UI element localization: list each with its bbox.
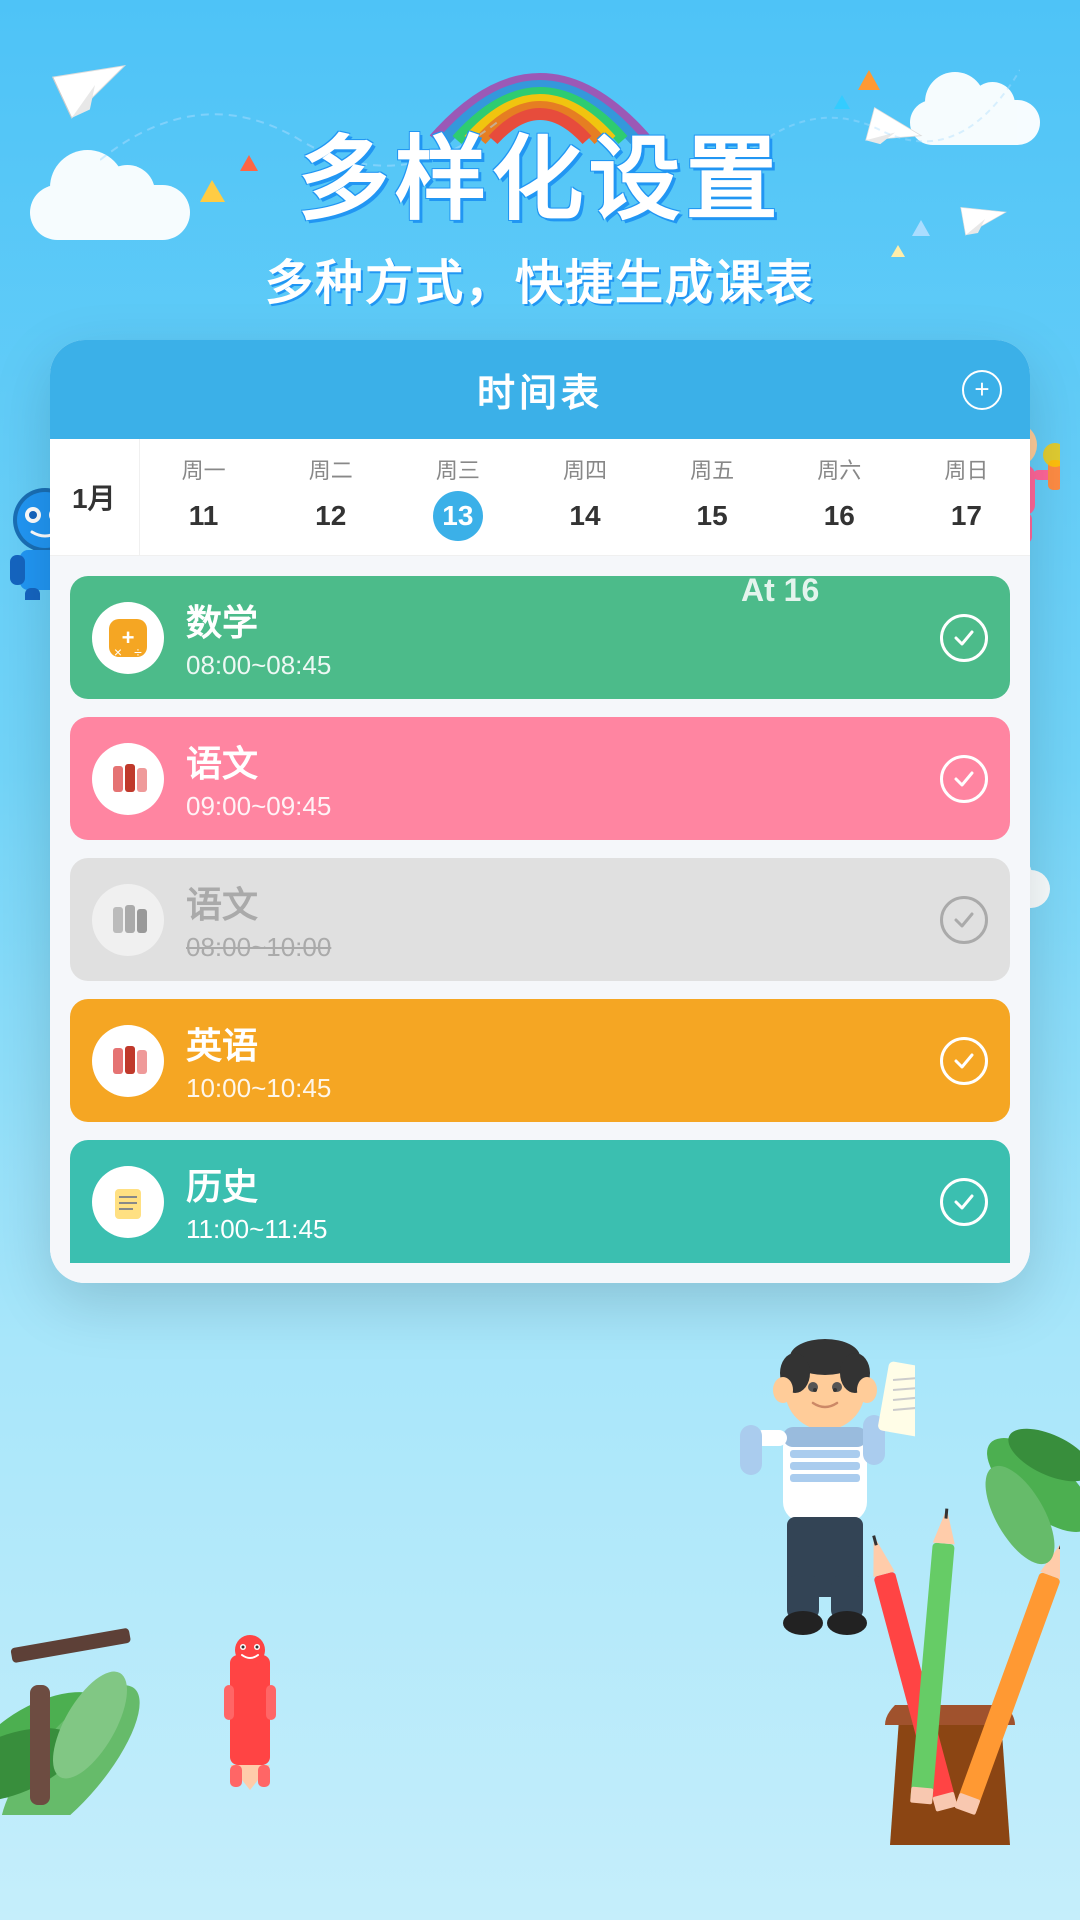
subject-icon-chinese1: [92, 743, 164, 815]
subject-name: 英语: [186, 1017, 940, 1069]
subject-icon-english: [92, 1025, 164, 1097]
subject-name: 历史: [186, 1158, 940, 1210]
calendar-day-17[interactable]: 周日 17: [903, 439, 1030, 555]
schedule-list: + × ÷ 数学 08:00~08:45 语文 09:00~09:45 语文 08:0…: [50, 556, 1030, 1283]
at16-label: At 16: [741, 572, 819, 609]
subject-time: 08:00~10:00: [186, 932, 940, 963]
boy-character: [735, 1335, 915, 1640]
calendar-day-11[interactable]: 周一 11: [140, 439, 267, 555]
check-icon: [940, 614, 988, 662]
subject-info: 英语 10:00~10:45: [186, 1017, 940, 1104]
day-label: 周日: [944, 453, 988, 485]
calendar-days: 周一 11 周二 12 周三 13 周四 14 周五 15 周六 16 周日 17: [140, 439, 1030, 555]
schedule-item-math[interactable]: + × ÷ 数学 08:00~08:45: [70, 576, 1010, 699]
subject-time: 11:00~11:45: [186, 1214, 940, 1245]
schedule-item-english[interactable]: 英语 10:00~10:45: [70, 999, 1010, 1122]
day-label: 周五: [690, 453, 734, 485]
calendar-row: 1月 周一 11 周二 12 周三 13 周四 14 周五 15 周六 16 周日 17: [50, 439, 1030, 556]
day-number[interactable]: 11: [179, 491, 229, 541]
check-icon: [940, 1037, 988, 1085]
calendar-day-12[interactable]: 周二 12: [267, 439, 394, 555]
day-number[interactable]: 12: [306, 491, 356, 541]
timetable-title: 时间表: [477, 362, 603, 417]
check-icon: [940, 1178, 988, 1226]
svg-text:÷: ÷: [134, 644, 142, 659]
hero-title: 多样化设置 多种方式，快捷生成课表: [0, 105, 1080, 313]
schedule-item-history[interactable]: 历史 11:00~11:45: [70, 1140, 1010, 1263]
schedule-item-chinese1[interactable]: 语文 09:00~09:45: [70, 717, 1010, 840]
calendar-day-16[interactable]: 周六 16: [776, 439, 903, 555]
day-label: 周二: [309, 453, 353, 485]
subject-name: 数学: [186, 594, 940, 646]
subject-time: 09:00~09:45: [186, 791, 940, 822]
subject-icon-history: [92, 1166, 164, 1238]
day-number[interactable]: 14: [560, 491, 610, 541]
subject-icon-chinese2: [92, 884, 164, 956]
add-schedule-button[interactable]: +: [962, 370, 1002, 410]
day-label: 周三: [436, 453, 480, 485]
calendar-day-14[interactable]: 周四 14: [521, 439, 648, 555]
subject-time: 08:00~08:45: [186, 650, 940, 681]
subject-info: 语文 09:00~09:45: [186, 735, 940, 822]
day-number[interactable]: 15: [687, 491, 737, 541]
svg-text:×: ×: [114, 644, 122, 659]
subject-name: 语文: [186, 735, 940, 787]
subject-info: 语文 08:00~10:00: [186, 876, 940, 963]
title-line1: 多样化设置: [0, 105, 1080, 238]
subject-time: 10:00~10:45: [186, 1073, 940, 1104]
subject-icon-math: + × ÷: [92, 602, 164, 674]
day-label: 周一: [182, 453, 226, 485]
svg-text:+: +: [122, 625, 135, 650]
card-header: 时间表 +: [50, 340, 1030, 439]
leaf-decoration-right: [890, 1365, 1080, 1570]
calendar-day-13[interactable]: 周三 13: [394, 439, 521, 555]
day-number[interactable]: 16: [814, 491, 864, 541]
subject-info: 历史 11:00~11:45: [186, 1158, 940, 1245]
schedule-item-chinese2[interactable]: 语文 08:00~10:00: [70, 858, 1010, 981]
day-label: 周四: [563, 453, 607, 485]
calendar-month: 1月: [50, 439, 140, 555]
check-icon: [940, 896, 988, 944]
day-number[interactable]: 17: [941, 491, 991, 541]
calendar-day-15[interactable]: 周五 15: [649, 439, 776, 555]
subject-info: 数学 08:00~08:45: [186, 594, 940, 681]
day-label: 周六: [817, 453, 861, 485]
pencil-character: [200, 1635, 300, 1800]
day-number[interactable]: 13: [433, 491, 483, 541]
title-line2: 多种方式，快捷生成课表: [0, 243, 1080, 313]
timetable-card: 时间表 + 1月 周一 11 周二 12 周三 13 周四 14 周五 15 周六 16 周日 17 + …: [50, 340, 1030, 1283]
subject-name: 语文: [186, 876, 940, 928]
check-icon: [940, 755, 988, 803]
